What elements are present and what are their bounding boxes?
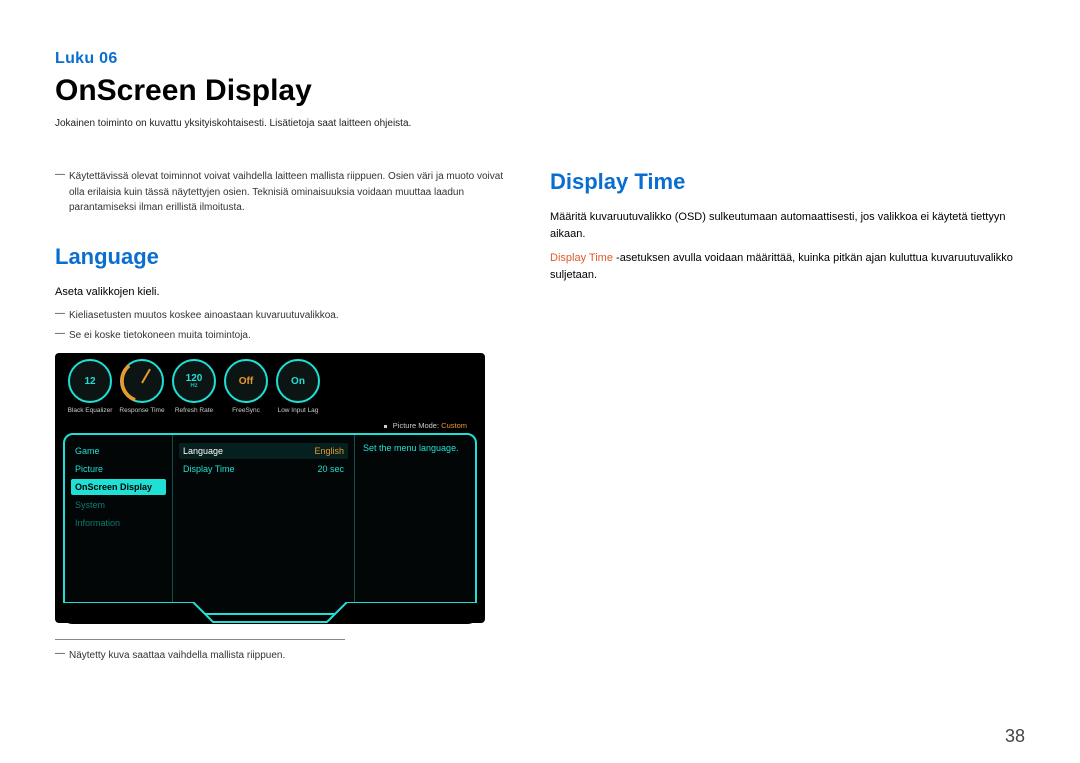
dial-label: Low Input Lag [275,407,321,414]
content-columns: Käytettävissä olevat toiminnot voivat va… [55,169,1025,668]
dial-label: Response Time [119,407,165,414]
osd-setting-display-time[interactable]: Display Time 20 sec [179,461,348,477]
dial-label: FreeSync [223,407,269,414]
dial-value: 12 [84,376,95,387]
column-right: Display Time Määritä kuvaruutuvalikko (O… [550,169,1025,668]
osd-dials-row: 12 Black Equalizer Response Time 120Hz Refre… [67,359,321,414]
osd-sidebar-item-information[interactable]: Information [71,515,166,531]
display-time-p2: Display Time -asetuksen avulla voidaan m… [550,250,1025,283]
chapter-label: Luku 06 [55,50,1025,68]
osd-bottom-decoration [63,602,477,624]
osd-dial-2: 120Hz Refresh Rate [171,359,217,414]
osd-sidebar-item-system[interactable]: System [71,497,166,513]
picture-mode-label: Picture Mode: [393,421,439,430]
osd-sidebar-item-onscreen-display[interactable]: OnScreen Display [71,479,166,495]
language-intro: Aseta valikkojen kieli. [55,284,510,301]
osd-sidebar-item-picture[interactable]: Picture [71,461,166,477]
language-note-2: Se ei koske tietokoneen muita toimintoja… [55,328,510,344]
dial-label: Black Equalizer [67,407,113,414]
dot-icon [384,425,387,428]
dial-label: Refresh Rate [171,407,217,414]
dial-circle: 12 [68,359,112,403]
page-subtitle: Jokainen toiminto on kuvattu yksityiskoh… [55,118,1025,129]
osd-dial-4: On Low Input Lag [275,359,321,414]
picture-mode-value: Custom [441,421,467,430]
section-heading-display-time: Display Time [550,169,1025,195]
display-time-term: Display Time [550,252,613,264]
column-left: Käytettävissä olevat toiminnot voivat va… [55,169,510,668]
picture-mode-badge: Picture Mode: Custom [384,418,467,433]
page-title: OnScreen Display [55,74,1025,108]
dial-circle [120,359,164,403]
setting-value: English [314,446,344,456]
language-note-1: Kieliasetusten muutos koskee ainoastaan … [55,308,510,324]
image-vary-note: Näytetty kuva saattaa vaihdella mallista… [55,648,510,664]
display-time-p2-rest: -asetuksen avulla voidaan määrittää, kui… [550,252,1013,281]
osd-settings-column: Language English Display Time 20 sec [173,435,355,613]
dial-subvalue: Hz [190,383,197,389]
setting-label: Language [183,446,223,456]
osd-sidebar-item-game[interactable]: Game [71,443,166,459]
dial-circle: On [276,359,320,403]
osd-dial-0: 12 Black Equalizer [67,359,113,414]
gauge-needle-icon [141,369,151,384]
dial-value: Off [239,376,253,387]
osd-screenshot: 12 Black Equalizer Response Time 120Hz Refre… [55,353,485,623]
availability-note: Käytettävissä olevat toiminnot voivat va… [55,169,510,216]
osd-description-column: Set the menu language. [355,435,475,613]
dial-value: On [291,376,305,387]
page-number: 38 [1005,726,1025,747]
osd-dial-1: Response Time [119,359,165,414]
dial-circle: Off [224,359,268,403]
dial-circle: 120Hz [172,359,216,403]
osd-sidebar: Game Picture OnScreen Display System Informa… [65,435,173,613]
osd-dial-3: Off FreeSync [223,359,269,414]
manual-page: Luku 06 OnScreen Display Jokainen toimin… [0,0,1080,763]
footnote-separator [55,639,345,640]
osd-description-text: Set the menu language. [363,443,467,453]
setting-label: Display Time [183,464,235,474]
section-heading-language: Language [55,244,510,270]
osd-menu-panel: Game Picture OnScreen Display System Informa… [63,433,477,615]
display-time-p1: Määritä kuvaruutuvalikko (OSD) sulkeutum… [550,209,1025,242]
setting-value: 20 sec [317,464,344,474]
osd-setting-language[interactable]: Language English [179,443,348,459]
